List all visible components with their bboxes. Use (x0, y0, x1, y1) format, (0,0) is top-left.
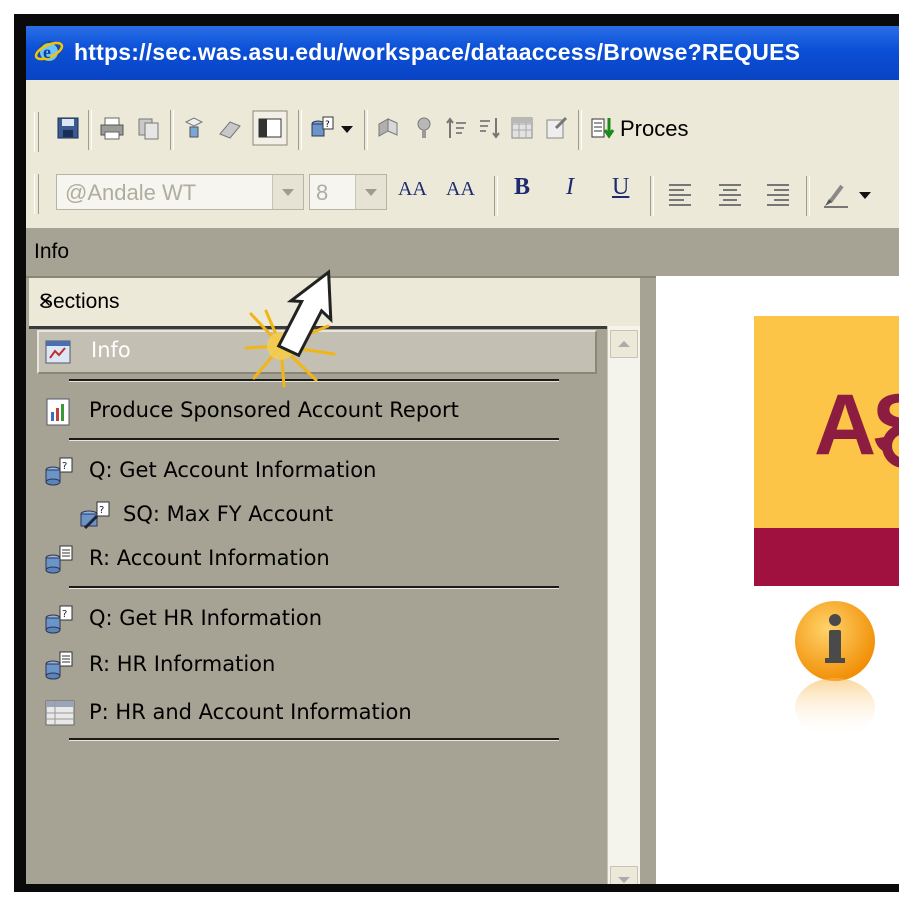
section-divider (69, 438, 559, 441)
align-left-icon[interactable] (666, 180, 694, 208)
section-title-bar: Info (26, 228, 899, 278)
section-item-label: R: Account Information (89, 546, 330, 570)
section-item-hr-results[interactable]: R: HR Information (39, 646, 595, 686)
section-item-produce-report[interactable]: Produce Sponsored Account Report (39, 392, 595, 432)
toolbar-separator (364, 110, 368, 150)
section-title: Info (34, 240, 70, 263)
insert-query-icon[interactable]: ? (308, 114, 336, 142)
font-size-select[interactable]: 8 (309, 174, 387, 210)
toolbar-separator (806, 176, 810, 216)
asu-logo: AS (754, 316, 899, 586)
section-item-max-fy-subquery[interactable]: ? SQ: Max FY Account (73, 496, 593, 536)
font-name-select[interactable]: @Andale WT (56, 174, 304, 210)
section-item-label: Info (91, 338, 131, 362)
shrink-font-button[interactable]: AA (446, 178, 475, 201)
process-icon[interactable] (588, 114, 616, 142)
section-item-label: Q: Get HR Information (89, 606, 322, 630)
print-preview-icon[interactable] (134, 114, 162, 142)
scroll-down-button[interactable] (610, 866, 638, 884)
export-icon[interactable] (180, 114, 208, 142)
chevron-down-icon[interactable] (355, 175, 386, 209)
results-icon (45, 651, 73, 680)
browser-window: e https://sec.was.asu.edu/workspace/data… (26, 26, 899, 884)
url-text: https://sec.was.asu.edu/workspace/dataac… (74, 39, 801, 65)
grow-font-button[interactable]: AA (398, 178, 427, 201)
toolbar-grip[interactable] (34, 112, 39, 152)
internet-explorer-icon: e (34, 41, 64, 63)
process-button-label[interactable]: Proces (620, 116, 688, 142)
font-size-value: 8 (316, 180, 329, 205)
info-section-icon (45, 340, 71, 364)
underline-button[interactable]: U (612, 174, 629, 201)
sunburst-icon (882, 424, 899, 468)
toolbar-grip[interactable] (34, 174, 39, 214)
chevron-up-icon (618, 341, 630, 347)
dropdown-arrow-icon[interactable] (338, 114, 356, 142)
svg-text:?: ? (62, 609, 67, 620)
toolbar-separator (170, 110, 174, 150)
toolbar-separator (578, 110, 582, 150)
align-center-icon[interactable] (716, 180, 744, 208)
svg-text:e: e (43, 42, 51, 62)
section-item-get-account-query[interactable]: ? Q: Get Account Information (39, 452, 595, 492)
filter-icon[interactable] (410, 114, 438, 142)
toolbar-separator (298, 110, 302, 150)
italic-button[interactable]: I (566, 174, 574, 201)
sort-icon[interactable] (374, 114, 402, 142)
dropdown-arrow-icon[interactable] (856, 180, 874, 208)
sections-scrollbar[interactable] (607, 326, 640, 884)
scroll-up-button[interactable] (610, 330, 638, 358)
sort-descending-icon[interactable] (476, 114, 504, 142)
font-name-value: @Andale WT (65, 180, 197, 205)
svg-text:?: ? (325, 120, 330, 130)
section-divider (69, 586, 559, 589)
asu-logo-band (754, 528, 899, 586)
section-item-label: SQ: Max FY Account (123, 502, 334, 526)
title-bar: e https://sec.was.asu.edu/workspace/data… (26, 26, 899, 80)
section-item-label: Q: Get Account Information (89, 458, 377, 482)
section-item-label: P: HR and Account Information (89, 700, 412, 724)
section-item-pivot[interactable]: P: HR and Account Information (39, 694, 595, 734)
section-item-label: Produce Sponsored Account Report (89, 398, 459, 422)
query-icon: ? (45, 605, 73, 634)
report-content-area: AS (656, 276, 899, 884)
section-item-label: R: HR Information (89, 652, 276, 676)
paint-brush-icon[interactable] (822, 180, 850, 208)
table-icon[interactable] (508, 114, 536, 142)
pivot-icon (45, 700, 75, 726)
save-icon[interactable] (54, 114, 82, 142)
section-divider (69, 738, 559, 741)
svg-text:?: ? (99, 505, 104, 516)
chevron-down-icon[interactable] (272, 175, 303, 209)
sort-ascending-icon[interactable] (444, 114, 472, 142)
svg-text:?: ? (62, 461, 67, 472)
query-icon: ? (45, 457, 73, 486)
subquery-icon: ? (80, 501, 110, 530)
toolbar-separator (88, 110, 92, 150)
print-icon[interactable] (98, 114, 126, 142)
report-icon (46, 398, 70, 426)
properties-icon[interactable] (542, 114, 570, 142)
section-item-account-results[interactable]: R: Account Information (39, 540, 595, 580)
chevron-down-icon (618, 877, 630, 883)
toolbar-separator (650, 176, 654, 216)
info-icon (795, 601, 875, 738)
mouse-pointer-icon (276, 269, 333, 358)
link-icon[interactable] (216, 114, 244, 142)
main-toolbar: ? Proces (26, 80, 899, 167)
view-pane-icon[interactable] (252, 110, 288, 146)
results-icon (45, 545, 73, 574)
align-right-icon[interactable] (764, 180, 792, 208)
toolbar-separator (494, 176, 498, 216)
section-item-get-hr-query[interactable]: ? Q: Get HR Information (39, 600, 595, 640)
formatting-toolbar: @Andale WT 8 AA AA B I U (26, 166, 899, 228)
bold-button[interactable]: B (514, 174, 530, 201)
